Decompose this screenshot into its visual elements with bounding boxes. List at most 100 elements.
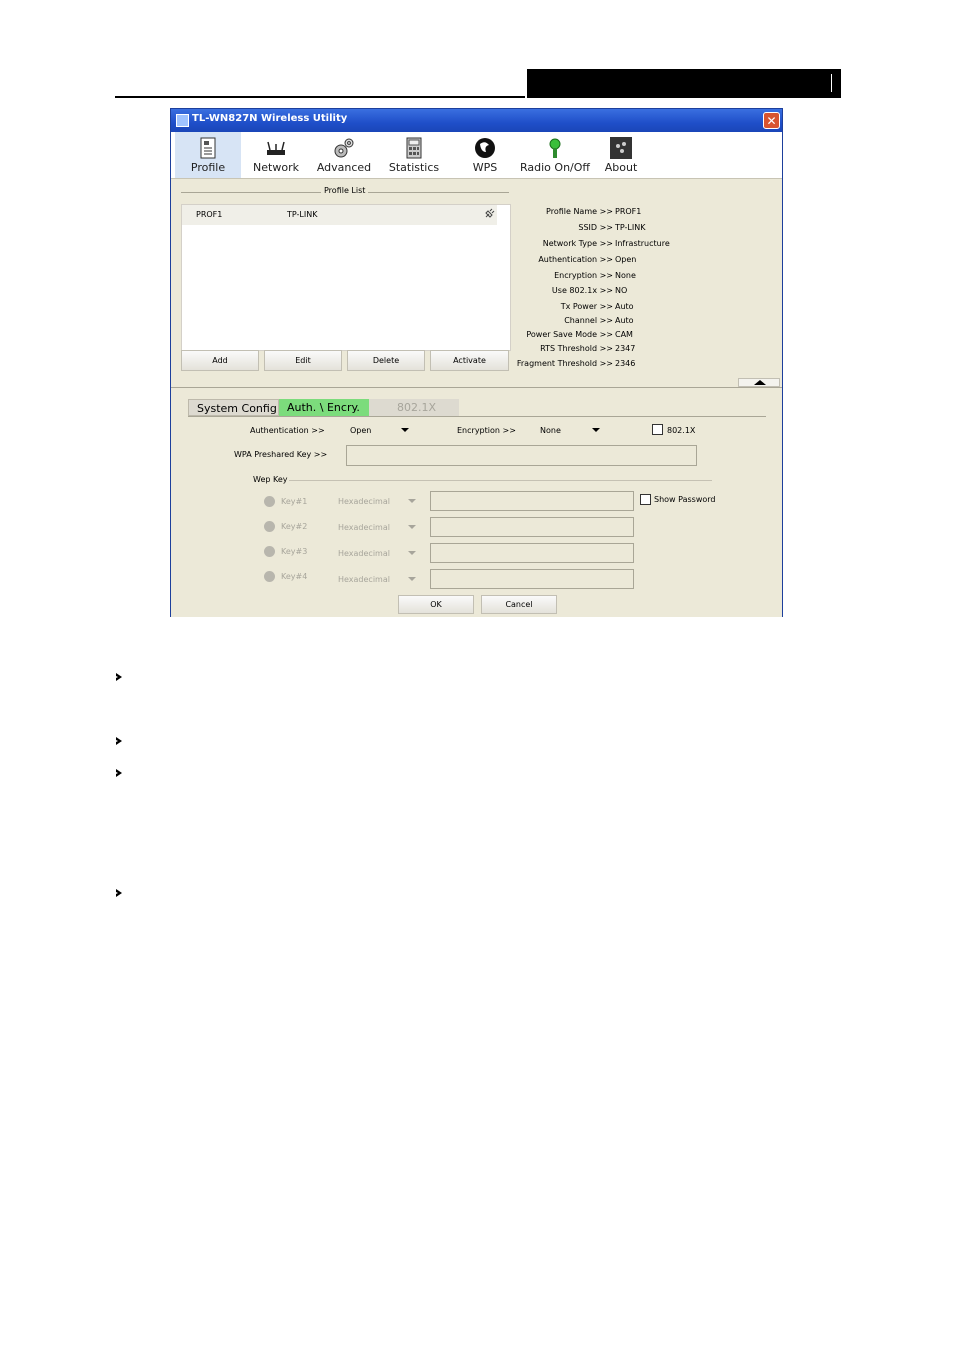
key1-format[interactable]: Hexadecimal xyxy=(338,497,390,506)
toolbar-network-button[interactable]: Network xyxy=(243,132,309,178)
encryption-select[interactable]: None xyxy=(537,423,605,437)
add-button[interactable]: Add xyxy=(181,350,259,371)
detail-key: Use 802.1x >> xyxy=(551,286,613,295)
detail-value: PROF1 xyxy=(615,207,642,216)
authentication-select[interactable]: Open xyxy=(347,423,415,437)
cancel-button[interactable]: Cancel xyxy=(481,595,557,614)
key4-format[interactable]: Hexadecimal xyxy=(338,575,390,584)
authentication-value: Open xyxy=(350,426,372,435)
profile-list[interactable]: PROF1 TP-LINK xyxy=(181,204,511,351)
detail-value: Infrastructure xyxy=(615,239,670,248)
detail-key: Channel >> xyxy=(564,316,613,325)
detail-value: NO xyxy=(615,286,628,295)
wep-key-title: Wep Key xyxy=(253,475,288,484)
detail-key: Fragment Threshold >> xyxy=(516,359,613,368)
chevron-down-icon xyxy=(592,428,600,432)
plug-icon xyxy=(485,208,495,218)
wps-icon xyxy=(475,138,495,158)
title-bar[interactable]: TL-WN827N Wireless Utility ✕ xyxy=(171,109,782,132)
bullet-arrow-icon xyxy=(116,737,122,745)
8021x-label: 802.1X xyxy=(667,426,696,435)
encryption-value: None xyxy=(540,426,561,435)
key2-input[interactable] xyxy=(430,517,634,537)
profile-details: Profile Name >> PROF1 SSID >> TP-LINK Netw… xyxy=(517,207,778,372)
show-password-checkbox[interactable] xyxy=(640,494,651,505)
chevron-down-icon xyxy=(408,577,416,581)
section-divider xyxy=(171,387,782,388)
toolbar-radio-onoff-button[interactable]: Radio On/Off xyxy=(515,132,595,178)
tab-system-config[interactable]: System Config xyxy=(188,399,279,416)
advanced-icon xyxy=(334,138,354,158)
document-header-rule xyxy=(115,96,525,98)
profile-list-row[interactable]: PROF1 TP-LINK xyxy=(182,205,497,225)
detail-value: None xyxy=(615,271,636,280)
bullet-arrow-icon xyxy=(116,769,122,777)
detail-value: Auto xyxy=(615,302,634,311)
tab-8021x[interactable]: 802.1X xyxy=(369,399,459,416)
wep-key-frame-line xyxy=(289,480,712,481)
profile-ssid-cell: TP-LINK xyxy=(287,210,318,219)
ok-button[interactable]: OK xyxy=(398,595,474,614)
detail-key: Profile Name >> xyxy=(546,207,613,216)
detail-value: CAM xyxy=(615,330,633,339)
authentication-row: Authentication >> Open xyxy=(523,255,783,267)
window-title: TL-WN827N Wireless Utility xyxy=(192,113,348,124)
collapse-button[interactable] xyxy=(738,378,780,387)
detail-value: 2346 xyxy=(615,359,636,368)
wpa-preshared-key-label: WPA Preshared Key >> xyxy=(234,450,328,459)
profile-list-title: Profile List xyxy=(321,186,369,195)
toolbar-wps-button[interactable]: WPS xyxy=(455,132,515,178)
bullet-arrow-icon xyxy=(116,889,122,897)
channel-row: Channel >> Auto xyxy=(523,316,783,328)
activate-button[interactable]: Activate xyxy=(430,350,509,371)
key2-radio[interactable] xyxy=(264,521,275,532)
detail-value: TP-LINK xyxy=(615,223,646,232)
delete-button[interactable]: Delete xyxy=(347,350,425,371)
detail-key: RTS Threshold >> xyxy=(540,344,613,353)
tab-underline xyxy=(188,416,766,417)
wpa-preshared-key-input[interactable] xyxy=(346,445,697,466)
toolbar-about-button[interactable]: About xyxy=(599,132,643,178)
network-icon xyxy=(267,141,285,155)
toolbar-label: Radio On/Off xyxy=(520,161,590,174)
key2-format[interactable]: Hexadecimal xyxy=(338,523,390,532)
key1-input[interactable] xyxy=(430,491,634,511)
encryption-row: Encryption >> None xyxy=(523,271,783,283)
utility-window: TL-WN827N Wireless Utility ✕ Profile Net… xyxy=(170,108,783,617)
detail-value: Auto xyxy=(615,316,634,325)
tab-auth-encry[interactable]: Auth. \ Encry. xyxy=(279,399,369,416)
key1-label: Key#1 xyxy=(281,497,308,506)
toolbar-advanced-button[interactable]: Advanced xyxy=(311,132,377,178)
detail-key: Authentication >> xyxy=(538,255,613,264)
about-icon xyxy=(610,137,632,159)
show-password-label: Show Password xyxy=(654,495,716,504)
key3-input[interactable] xyxy=(430,543,634,563)
detail-key: Encryption >> xyxy=(554,271,613,280)
close-button[interactable]: ✕ xyxy=(763,112,780,129)
statistics-icon xyxy=(406,137,422,159)
radio-icon xyxy=(549,138,561,158)
key3-format[interactable]: Hexadecimal xyxy=(338,549,390,558)
edit-button[interactable]: Edit xyxy=(264,350,342,371)
chevron-down-icon xyxy=(408,499,416,503)
network-type-row: Network Type >> Infrastructure xyxy=(523,239,783,251)
detail-key: SSID >> xyxy=(578,223,613,232)
key4-input[interactable] xyxy=(430,569,634,589)
key4-label: Key#4 xyxy=(281,572,308,581)
toolbar-statistics-button[interactable]: Statistics xyxy=(379,132,449,178)
detail-value: Open xyxy=(615,255,637,264)
toolbar-label: Network xyxy=(253,161,299,174)
collapse-arrow-icon xyxy=(754,380,766,385)
key1-radio[interactable] xyxy=(264,496,275,507)
8021x-checkbox[interactable] xyxy=(652,424,663,435)
key2-label: Key#2 xyxy=(281,522,308,531)
document-header-bar xyxy=(527,69,841,98)
detail-key: Tx Power >> xyxy=(560,302,613,311)
key4-radio[interactable] xyxy=(264,571,275,582)
rts-threshold-row: RTS Threshold >> 2347 xyxy=(523,344,783,356)
key3-radio[interactable] xyxy=(264,546,275,557)
toolbar-label: About xyxy=(604,161,638,174)
detail-key: Power Save Mode >> xyxy=(526,330,613,339)
toolbar-profile-button[interactable]: Profile xyxy=(175,132,241,178)
authentication-label: Authentication >> xyxy=(250,426,325,435)
